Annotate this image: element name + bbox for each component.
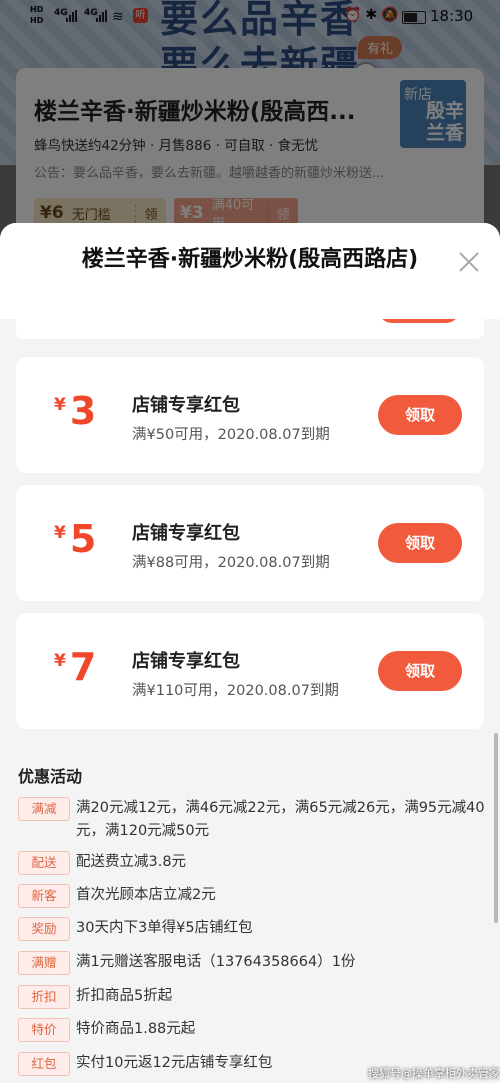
coupon-title: 店铺专享红包: [132, 523, 240, 544]
promotion-tag: 特价: [18, 1018, 70, 1042]
coupon-amount: ¥5: [54, 517, 97, 561]
coupon-title: 店铺专享红包: [132, 651, 240, 672]
claim-button[interactable]: 领取: [378, 523, 462, 563]
promotion-text: 满1元赠送客服电话（13764358664）1份: [76, 954, 356, 970]
promotion-text: 折扣商品5折起: [76, 988, 173, 1004]
promotion-tag: 新客: [18, 884, 70, 908]
promotion-tag: 奖励: [18, 917, 70, 941]
coupon-sheet: 楼兰辛香·新疆炒米粉(殷高西路店) ¥3 店铺专享红包 满¥50可用，2020.…: [0, 223, 500, 1083]
coupon-card: ¥7 店铺专享红包 满¥110可用，2020.08.07到期 领取: [16, 613, 484, 729]
close-icon[interactable]: [452, 245, 486, 279]
promotion-text: 30天内下3单得¥5店铺红包: [76, 920, 253, 936]
coupon-condition: 满¥88可用，2020.08.07到期: [132, 555, 330, 571]
watermark: 搜狐号@操单掌柜外卖管家: [368, 1067, 500, 1080]
coupon-title: 店铺专享红包: [132, 395, 240, 416]
coupon-condition: 满¥110可用，2020.08.07到期: [132, 683, 339, 699]
promotion-text: 配送费立减3.8元: [76, 854, 187, 870]
sheet-title: 楼兰辛香·新疆炒米粉(殷高西路店): [81, 247, 419, 272]
claim-button[interactable]: 领取: [378, 651, 462, 691]
promotion-tag: 折扣: [18, 985, 70, 1009]
coupon-condition: 满¥50可用，2020.08.07到期: [132, 427, 330, 443]
coupon-card: ¥5 店铺专享红包 满¥88可用，2020.08.07到期 领取: [16, 485, 484, 601]
promotions-heading: 优惠活动: [18, 767, 83, 786]
coupon-amount: ¥7: [54, 645, 97, 689]
promotion-text: 首次光顾本店立减2元: [76, 887, 216, 903]
promotion-tag: 满赠: [18, 951, 70, 975]
promotion-text: 特价商品1.88元起: [76, 1021, 196, 1037]
promotion-tag: 红包: [18, 1052, 70, 1076]
sheet-header: 楼兰辛香·新疆炒米粉(殷高西路店): [0, 223, 500, 319]
claim-button[interactable]: 领取: [378, 395, 462, 435]
promotion-text: 满20元减12元，满46元减22元，满65元减26元，满95元减40元，满120…: [76, 800, 485, 839]
coupon-card: ¥3 店铺专享红包 满¥50可用，2020.08.07到期 领取: [16, 357, 484, 473]
coupon-amount: ¥3: [54, 389, 97, 433]
scrollbar[interactable]: [494, 733, 498, 923]
promotion-tag: 满减: [18, 797, 70, 821]
promotion-tag: 配送: [18, 851, 70, 875]
